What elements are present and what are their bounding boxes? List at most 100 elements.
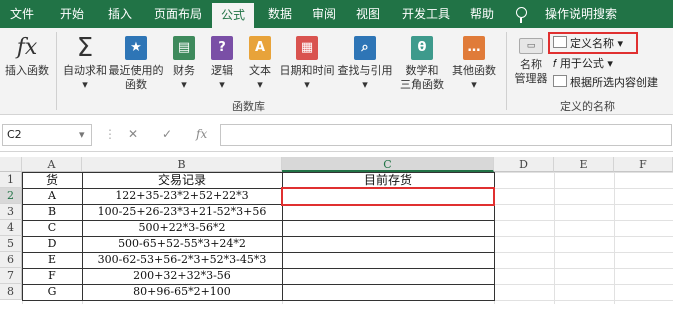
- empty-cell[interactable]: [494, 204, 554, 220]
- row-header[interactable]: 1: [0, 172, 22, 188]
- more-book-icon: …: [463, 36, 485, 60]
- column-header-a[interactable]: A: [22, 157, 82, 172]
- row-header[interactable]: 3: [0, 204, 22, 220]
- lightbulb-search-icon[interactable]: [516, 7, 527, 23]
- select-all-corner[interactable]: [0, 157, 22, 172]
- row-header[interactable]: 8: [0, 284, 22, 300]
- more-functions-button[interactable]: … 其他函数 ▾: [450, 28, 498, 92]
- table-cell[interactable]: B: [22, 204, 82, 220]
- row-header[interactable]: 4: [0, 220, 22, 236]
- table-cell[interactable]: 100-25+26-23*3+21-52*3+56: [82, 204, 282, 220]
- table-cell[interactable]: [282, 220, 494, 236]
- formula-input[interactable]: [220, 124, 672, 146]
- column-header-e[interactable]: E: [554, 157, 614, 172]
- row-header[interactable]: 6: [0, 252, 22, 268]
- table-cell[interactable]: 200+32+32*3-56: [82, 268, 282, 284]
- cancel-icon[interactable]: ✕: [128, 127, 138, 141]
- empty-cell[interactable]: [554, 284, 614, 300]
- empty-cell[interactable]: [614, 204, 673, 220]
- logical-button[interactable]: ? 逻辑 ▾: [204, 28, 240, 92]
- use-in-formula-button[interactable]: 𝑓 用于公式 ▾: [553, 56, 613, 72]
- tab-home[interactable]: 开始: [50, 0, 94, 28]
- tab-formulas[interactable]: 公式: [212, 3, 254, 28]
- create-from-selection-button[interactable]: 根据所选内容创建: [553, 75, 658, 91]
- date-time-button[interactable]: ▦ 日期和时间 ▾: [278, 28, 336, 92]
- empty-cell[interactable]: [614, 172, 673, 188]
- divider: [56, 32, 57, 110]
- empty-cell[interactable]: [494, 236, 554, 252]
- table-cell[interactable]: [282, 204, 494, 220]
- name-manager-button[interactable]: ▭ 名称 管理器: [510, 28, 552, 86]
- tab-view[interactable]: 视图: [348, 0, 388, 28]
- tab-file[interactable]: 文件: [0, 0, 44, 28]
- tab-insert[interactable]: 插入: [98, 0, 142, 28]
- autosum-button[interactable]: Σ 自动求和 ▾: [60, 28, 110, 92]
- table-cell[interactable]: [282, 268, 494, 284]
- empty-cell[interactable]: [494, 268, 554, 284]
- question-book-icon: ?: [211, 36, 233, 60]
- tab-developer[interactable]: 开发工具: [396, 0, 456, 28]
- insert-function-button[interactable]: fx 插入函数: [2, 28, 52, 78]
- formula-icon: 𝑓: [553, 57, 557, 70]
- empty-cell[interactable]: [614, 284, 673, 300]
- empty-cell[interactable]: [554, 236, 614, 252]
- table-cell[interactable]: 目前存货: [282, 172, 494, 188]
- empty-cell[interactable]: [554, 188, 614, 204]
- empty-cell[interactable]: [494, 220, 554, 236]
- table-cell[interactable]: 80+96-65*2+100: [82, 284, 282, 300]
- tell-me-search[interactable]: 操作说明搜索: [536, 0, 626, 28]
- table-cell[interactable]: 500-65+52-55*3+24*2: [82, 236, 282, 252]
- table-cell[interactable]: [282, 284, 494, 300]
- empty-cell[interactable]: [554, 252, 614, 268]
- table-cell[interactable]: 300-62-53+56-2*3+52*3-45*3: [82, 252, 282, 268]
- table-cell[interactable]: 交易记录: [82, 172, 282, 188]
- empty-cell[interactable]: [614, 220, 673, 236]
- empty-cell[interactable]: [554, 172, 614, 188]
- table-cell[interactable]: [282, 252, 494, 268]
- highlight-box: [548, 32, 638, 54]
- empty-cell[interactable]: [494, 284, 554, 300]
- tab-help[interactable]: 帮助: [462, 0, 502, 28]
- recently-used-button[interactable]: ★ 最近使用的 函数: [108, 28, 164, 92]
- table-cell[interactable]: D: [22, 236, 82, 252]
- empty-cell[interactable]: [494, 172, 554, 188]
- table-cell[interactable]: 500+22*3-56*2: [82, 220, 282, 236]
- empty-cell[interactable]: [614, 252, 673, 268]
- tab-data[interactable]: 数据: [260, 0, 300, 28]
- empty-cell[interactable]: [614, 268, 673, 284]
- tab-page-layout[interactable]: 页面布局: [146, 0, 210, 28]
- tab-review[interactable]: 审阅: [304, 0, 344, 28]
- math-trig-button[interactable]: θ 数学和 三角函数: [396, 28, 448, 92]
- empty-cell[interactable]: [494, 252, 554, 268]
- divider: [506, 32, 507, 110]
- financial-button[interactable]: ▤ 财务 ▾: [166, 28, 202, 92]
- empty-cell[interactable]: [554, 204, 614, 220]
- row-header[interactable]: 5: [0, 236, 22, 252]
- empty-cell[interactable]: [614, 188, 673, 204]
- enter-icon[interactable]: ✓: [162, 127, 172, 141]
- empty-cell[interactable]: [494, 188, 554, 204]
- empty-cell[interactable]: [554, 268, 614, 284]
- theta-book-icon: θ: [411, 36, 433, 60]
- column-header-c[interactable]: C: [282, 157, 494, 172]
- table-cell[interactable]: A: [22, 188, 82, 204]
- drag-handle-icon[interactable]: ⋮: [104, 127, 116, 141]
- name-box[interactable]: C2 ▾: [2, 124, 92, 146]
- lookup-reference-button[interactable]: ⌕ 查找与引用 ▾: [336, 28, 394, 92]
- table-cell[interactable]: 122+35-23*2+52+22*3: [82, 188, 282, 204]
- column-header-d[interactable]: D: [494, 157, 554, 172]
- row-header[interactable]: 7: [0, 268, 22, 284]
- table-cell[interactable]: G: [22, 284, 82, 300]
- text-button[interactable]: A 文本 ▾: [242, 28, 278, 92]
- empty-cell[interactable]: [554, 220, 614, 236]
- table-cell[interactable]: E: [22, 252, 82, 268]
- table-cell[interactable]: F: [22, 268, 82, 284]
- column-header-f[interactable]: F: [614, 157, 673, 172]
- row-header[interactable]: 2: [0, 188, 22, 204]
- table-cell[interactable]: C: [22, 220, 82, 236]
- table-cell[interactable]: 货: [22, 172, 82, 188]
- insert-function-icon[interactable]: fx: [196, 127, 207, 141]
- table-cell[interactable]: [282, 236, 494, 252]
- column-header-b[interactable]: B: [82, 157, 282, 172]
- empty-cell[interactable]: [614, 236, 673, 252]
